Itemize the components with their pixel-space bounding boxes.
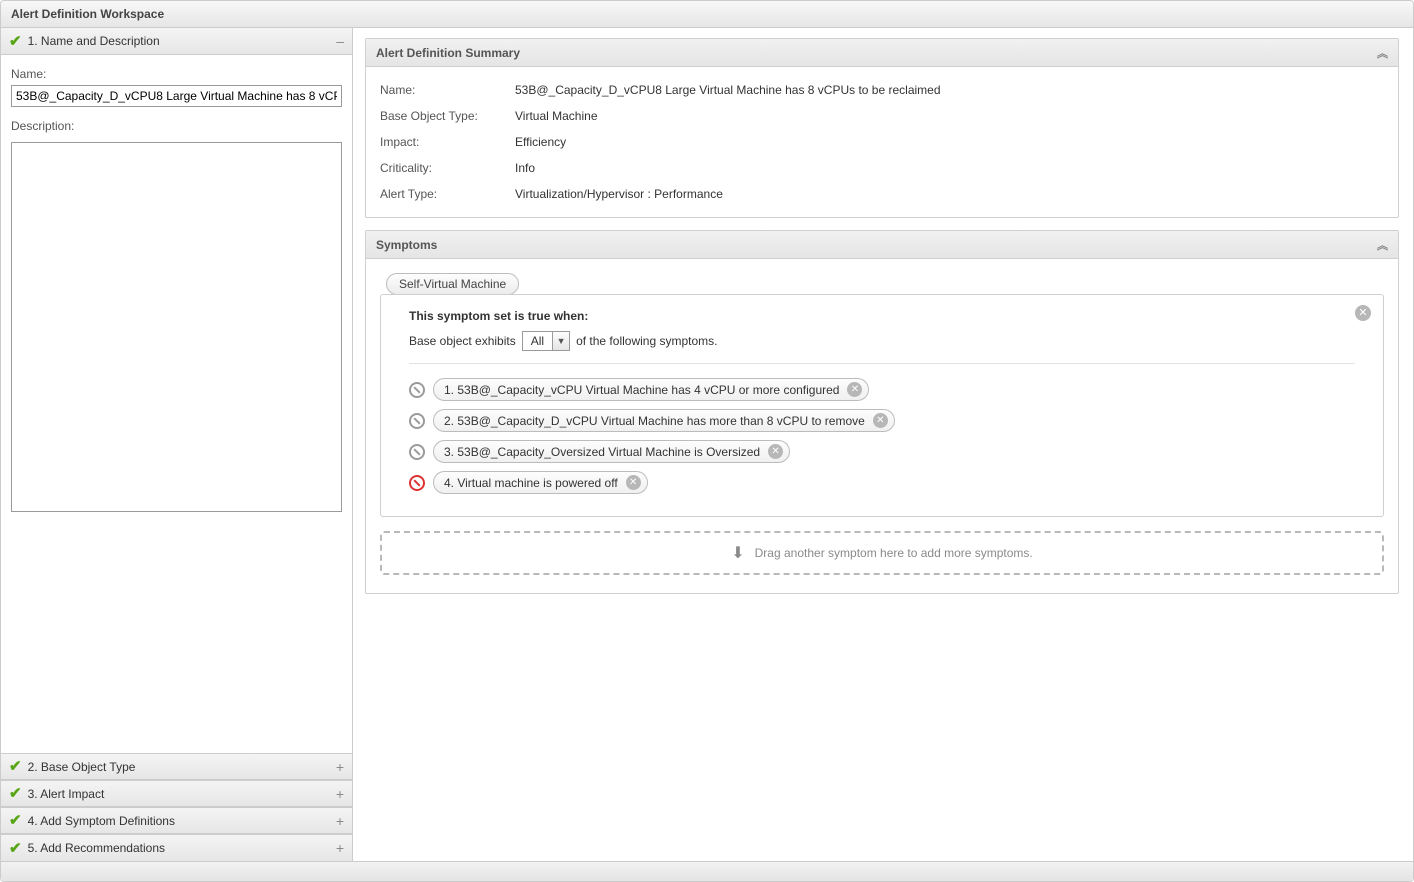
check-icon: ✔ [9,813,22,828]
wizard-step-alert-impact[interactable]: ✔ 3. Alert Impact + [1,780,352,807]
chevron-up-icon[interactable]: ︽ [1377,237,1388,253]
summary-key: Impact: [380,135,515,149]
wizard-step-label: 3. Alert Impact [28,787,336,801]
rule-line: Base object exhibits All ▼ of the follow… [409,331,1355,351]
symptom-row: 4. Virtual machine is powered off ✕ [409,467,1355,498]
wizard-step-label: 2. Base Object Type [28,760,336,774]
name-input[interactable] [11,85,342,107]
ban-icon[interactable] [409,382,425,398]
summary-row: Alert Type:Virtualization/Hypervisor : P… [380,181,1384,207]
check-icon: ✔ [9,34,22,49]
summary-row: Base Object Type:Virtual Machine [380,103,1384,129]
remove-symptom-button[interactable]: ✕ [847,382,862,397]
rule-condition-select[interactable]: All ▼ [522,331,570,351]
divider [409,363,1355,364]
rule-heading: This symptom set is true when: [409,309,1355,323]
wizard-step-add-recommendations[interactable]: ✔ 5. Add Recommendations + [1,834,352,861]
rule-suffix: of the following symptoms. [576,334,717,348]
summary-row: Name:53B@_Capacity_D_vCPU8 Large Virtual… [380,77,1384,103]
summary-body: Name:53B@_Capacity_D_vCPU8 Large Virtual… [366,67,1398,217]
symptoms-panel: Symptoms ︽ Self-Virtual Machine ✕ This s… [365,230,1399,594]
name-label: Name: [11,67,342,81]
check-icon: ✔ [9,841,22,856]
description-label: Description: [11,119,342,133]
symptoms-panel-header: Symptoms ︽ [366,231,1398,259]
rule-prefix: Base object exhibits [409,334,516,348]
summary-key: Base Object Type: [380,109,515,123]
collapse-icon[interactable]: – [336,33,344,49]
chevron-down-icon[interactable]: ▼ [552,331,570,351]
remove-symptom-button[interactable]: ✕ [873,413,888,428]
summary-key: Alert Type: [380,187,515,201]
arrow-down-icon: ⬇ [731,543,744,563]
window-title: Alert Definition Workspace [1,1,1413,28]
wizard-collapsed-steps: ✔ 2. Base Object Type + ✔ 3. Alert Impac… [1,753,352,861]
window-body: ✔ 1. Name and Description – Name: Descri… [1,28,1413,861]
summary-panel-header: Alert Definition Summary ︽ [366,39,1398,67]
summary-row: Criticality:Info [380,155,1384,181]
main-content: Alert Definition Summary ︽ Name:53B@_Cap… [353,28,1413,861]
wizard-step-add-symptoms[interactable]: ✔ 4. Add Symptom Definitions + [1,807,352,834]
symptom-text: 1. 53B@_Capacity_vCPU Virtual Machine ha… [444,383,839,397]
wizard-sidebar: ✔ 1. Name and Description – Name: Descri… [1,28,353,861]
wizard-step-label: 5. Add Recommendations [28,841,336,855]
summary-panel: Alert Definition Summary ︽ Name:53B@_Cap… [365,38,1399,218]
expand-icon[interactable]: + [336,840,344,856]
window-footer [1,861,1413,881]
symptoms-title: Symptoms [376,238,437,252]
symptom-text: 2. 53B@_Capacity_D_vCPU Virtual Machine … [444,414,865,428]
description-input[interactable] [11,142,342,512]
symptom-pill[interactable]: 3. 53B@_Capacity_Oversized Virtual Machi… [433,440,790,463]
dropzone-text: Drag another symptom here to add more sy… [755,546,1033,560]
symptom-row: 3. 53B@_Capacity_Oversized Virtual Machi… [409,436,1355,467]
symptom-text: 4. Virtual machine is powered off [444,476,618,490]
symptom-pill[interactable]: 4. Virtual machine is powered off ✕ [433,471,648,494]
expand-icon[interactable]: + [336,759,344,775]
symptom-row: 2. 53B@_Capacity_D_vCPU Virtual Machine … [409,405,1355,436]
remove-symptom-set-button[interactable]: ✕ [1355,305,1371,321]
expand-icon[interactable]: + [336,786,344,802]
symptom-set-box: ✕ This symptom set is true when: Base ob… [380,294,1384,517]
wizard-step-label: 4. Add Symptom Definitions [28,814,336,828]
symptom-dropzone[interactable]: ⬇ Drag another symptom here to add more … [380,531,1384,575]
summary-value: Virtualization/Hypervisor : Performance [515,187,1384,201]
summary-key: Name: [380,83,515,97]
expand-icon[interactable]: + [336,813,344,829]
symptom-pill[interactable]: 1. 53B@_Capacity_vCPU Virtual Machine ha… [433,378,869,401]
summary-value: 53B@_Capacity_D_vCPU8 Large Virtual Mach… [515,83,1384,97]
symptom-text: 3. 53B@_Capacity_Oversized Virtual Machi… [444,445,760,459]
chevron-up-icon[interactable]: ︽ [1377,45,1388,61]
summary-title: Alert Definition Summary [376,46,520,60]
summary-value: Info [515,161,1384,175]
wizard-step-base-object-type[interactable]: ✔ 2. Base Object Type + [1,753,352,780]
remove-symptom-button[interactable]: ✕ [626,475,641,490]
symptom-pill[interactable]: 2. 53B@_Capacity_D_vCPU Virtual Machine … [433,409,895,432]
ban-icon[interactable] [409,413,425,429]
summary-value: Virtual Machine [515,109,1384,123]
summary-value: Efficiency [515,135,1384,149]
symptom-row: 1. 53B@_Capacity_vCPU Virtual Machine ha… [409,374,1355,405]
wizard-step-name-description[interactable]: ✔ 1. Name and Description – [1,28,352,55]
step-1-content: Name: Description: [1,55,352,753]
wizard-step-label: 1. Name and Description [28,34,337,48]
remove-symptom-button[interactable]: ✕ [768,444,783,459]
workspace-window: Alert Definition Workspace ✔ 1. Name and… [0,0,1414,882]
ban-icon[interactable] [409,475,425,491]
check-icon: ✔ [9,759,22,774]
check-icon: ✔ [9,786,22,801]
select-value: All [522,331,552,351]
summary-row: Impact:Efficiency [380,129,1384,155]
symptoms-body: Self-Virtual Machine ✕ This symptom set … [366,259,1398,593]
summary-key: Criticality: [380,161,515,175]
symptom-scope-tab[interactable]: Self-Virtual Machine [386,273,519,295]
ban-icon[interactable] [409,444,425,460]
